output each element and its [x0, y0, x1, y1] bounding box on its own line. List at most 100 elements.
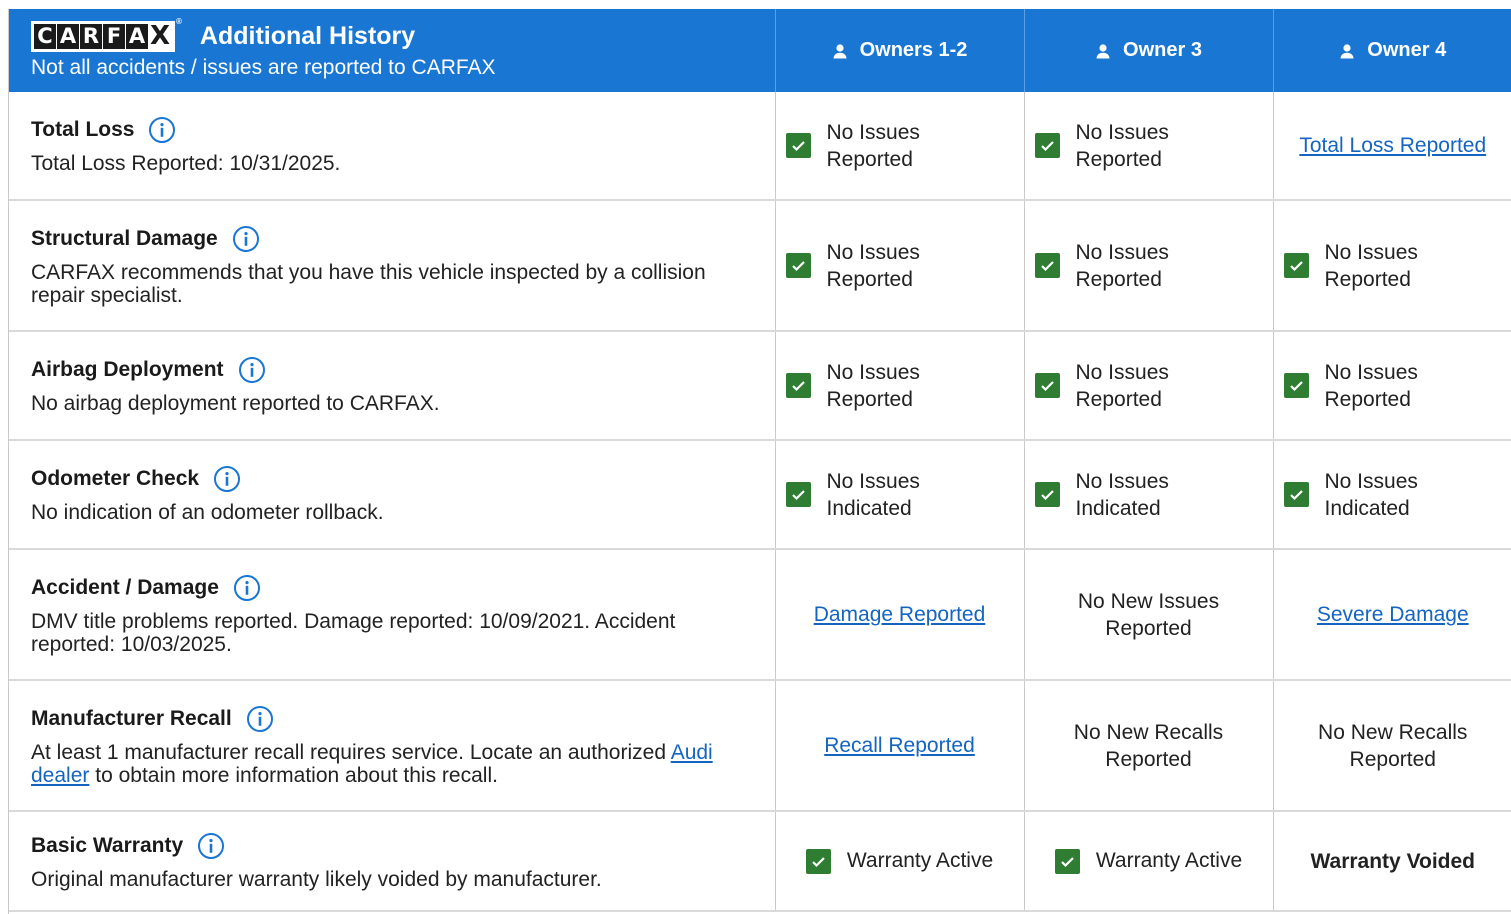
owner-status-cell: Total Loss Reported [1273, 92, 1511, 201]
owner-status-cell: No Issues Reported [1273, 200, 1511, 332]
table-header-row: C A R F A X ® Additional History Not all… [9, 9, 1511, 92]
owner-label: Owner 4 [1367, 39, 1447, 61]
info-circle-icon[interactable] [213, 465, 241, 493]
table-row: Accident / Damage DMV title problems repo… [9, 549, 1511, 681]
owner-column-header: Owner 4 [1273, 9, 1511, 92]
info-circle-icon[interactable] [233, 574, 261, 602]
status-text: No Issues Reported [826, 240, 920, 291]
row-label-cell: Basic Warranty Original manufacturer warr… [9, 811, 776, 912]
row-label-cell: Airbag Deployment No airbag deployment re… [9, 331, 776, 441]
info-button[interactable] [213, 465, 241, 493]
checkbox-checked-icon [1034, 133, 1060, 158]
checkbox-checked-icon [785, 482, 811, 507]
row-label-cell: Accident / Damage DMV title problems repo… [9, 549, 776, 681]
logo-letter: A [57, 24, 79, 49]
owner-status-cell: No Issues Reported [1024, 92, 1274, 201]
checkbox-checked-icon [1034, 373, 1060, 398]
info-circle-icon[interactable] [232, 225, 260, 253]
owner-status-cell: No New Recalls Reported [1273, 680, 1511, 812]
row-description: At least 1 manufacturer recall requires … [31, 741, 753, 787]
owner-status-cell: No Issues Reported [1024, 331, 1274, 441]
checkbox-checked-icon [1283, 373, 1309, 398]
history-table: C A R F A X ® Additional History Not all… [9, 9, 1511, 912]
owner-status-cell: No Issues Reported [775, 92, 1025, 201]
status-link[interactable]: Damage Reported [814, 603, 986, 626]
checkbox-checked-icon [785, 373, 811, 398]
row-label: Basic Warranty [31, 833, 184, 857]
logo-letter: R [80, 24, 102, 49]
checkbox-checked-icon [1283, 482, 1309, 507]
section-subtitle: Not all accidents / issues are reported … [31, 56, 496, 79]
table-row: Odometer Check No indication of an odomet… [9, 440, 1511, 550]
row-description: Original manufacturer warranty likely vo… [31, 867, 602, 891]
logo-letter: X [149, 21, 171, 51]
info-button[interactable] [246, 705, 274, 733]
status-link[interactable]: Recall Reported [824, 734, 975, 757]
owner-status-cell: No Issues Reported [775, 331, 1025, 441]
row-label: Airbag Deployment [31, 358, 224, 381]
owner-column-header: Owner 3 [1024, 9, 1274, 92]
table-row: Airbag Deployment No airbag deployment re… [9, 331, 1511, 441]
info-button[interactable] [233, 574, 261, 602]
owner-status-cell: No New Issues Reported [1024, 549, 1274, 681]
status-text: No Issues Reported [826, 360, 920, 411]
row-label-cell: Manufacturer Recall At least 1 manufactur… [9, 680, 776, 812]
owner-status-cell: Warranty Active [775, 811, 1025, 912]
info-button[interactable] [238, 356, 266, 384]
logo-letter: C [34, 24, 56, 49]
owner-status-cell: No Issues Indicated [1273, 440, 1511, 550]
status-link[interactable]: Severe Damage [1317, 603, 1469, 626]
row-description: CARFAX recommends that you have this veh… [31, 260, 706, 307]
info-button[interactable] [232, 225, 260, 253]
status-text: No Issues Indicated [1075, 469, 1169, 520]
owner-status-cell: Damage Reported [775, 549, 1025, 681]
header-title-cell: C A R F A X ® Additional History Not all… [9, 9, 776, 92]
status-text: No Issues Reported [1075, 240, 1169, 291]
row-description: No indication of an odometer rollback. [31, 501, 384, 524]
warranty-status-text: Warranty Voided [1310, 849, 1476, 873]
status-text: No New Recalls Reported [1318, 720, 1468, 771]
status-text: No Issues Indicated [1324, 469, 1418, 520]
status-text: No Issues Reported [1075, 360, 1169, 411]
section-title: Additional History [199, 22, 416, 50]
info-circle-icon[interactable] [246, 705, 274, 733]
info-circle-icon[interactable] [238, 356, 266, 384]
owner-label: Owner 3 [1123, 39, 1202, 61]
row-label: Accident / Damage [31, 575, 219, 599]
checkbox-checked-icon [785, 253, 811, 278]
owner-column-header: Owners 1-2 [775, 9, 1025, 92]
status-text: No Issues Indicated [826, 469, 920, 520]
row-label: Manufacturer Recall [31, 706, 232, 730]
info-circle-icon[interactable] [148, 116, 176, 144]
checkbox-checked-icon [1283, 253, 1309, 278]
status-text: No Issues Reported [1324, 240, 1418, 291]
row-description: Total Loss Reported: 10/31/2025. [31, 152, 341, 175]
owner-status-cell: No Issues Indicated [775, 440, 1025, 550]
registered-mark: ® [176, 17, 182, 26]
info-circle-icon[interactable] [197, 832, 225, 860]
row-label: Total Loss [31, 118, 135, 141]
row-description: No airbag deployment reported to CARFAX. [31, 392, 440, 415]
carfax-logo: C A R F A X [31, 21, 175, 52]
additional-history-panel: C A R F A X ® Additional History Not all… [8, 9, 1511, 914]
warranty-status-text: Warranty Active [846, 849, 994, 872]
info-button[interactable] [197, 832, 225, 860]
owner-status-cell: Severe Damage [1273, 549, 1511, 681]
logo-letter: F [103, 24, 125, 49]
owner-status-cell: Warranty Active [1024, 811, 1274, 912]
checkbox-checked-icon [1034, 253, 1060, 278]
person-icon [1096, 43, 1110, 58]
status-link[interactable]: Total Loss Reported [1299, 134, 1486, 157]
description-text: to obtain more information about this re… [95, 763, 498, 787]
status-text: No Issues Reported [826, 120, 920, 171]
table-row: Basic Warranty Original manufacturer warr… [9, 811, 1511, 912]
status-text: No New Issues Reported [1077, 589, 1220, 640]
checkbox-checked-icon [1054, 848, 1080, 874]
table-row: Manufacturer Recall At least 1 manufactur… [9, 680, 1511, 812]
warranty-status-text: Warranty Active [1095, 849, 1243, 872]
row-description: DMV title problems reported. Damage repo… [31, 609, 676, 656]
table-row: Structural Damage CARFAX recommends that … [9, 200, 1511, 332]
info-button[interactable] [148, 116, 176, 144]
row-label-cell: Total Loss Total Loss Reported: 10/31/202… [9, 92, 776, 201]
checkbox-checked-icon [785, 133, 811, 158]
